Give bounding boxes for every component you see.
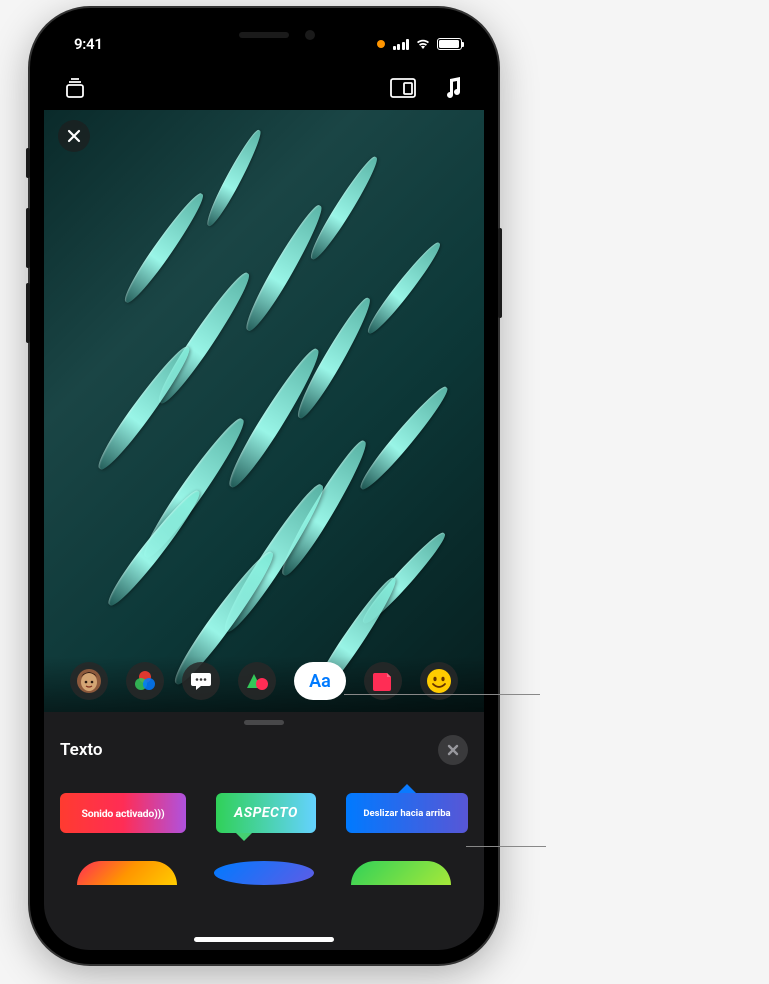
close-button[interactable] — [58, 120, 90, 152]
emoji-icon — [426, 668, 452, 694]
wifi-icon — [415, 38, 431, 50]
volume-up-button — [26, 208, 30, 268]
aspect-ratio-button[interactable] — [390, 75, 416, 101]
text-style-row-2 — [60, 861, 468, 885]
speech-bubble-icon — [189, 669, 213, 693]
clip-content-fish — [44, 110, 484, 712]
status-indicators — [377, 38, 463, 50]
home-indicator[interactable] — [194, 937, 334, 942]
text-style-label: ASPECTO — [234, 805, 298, 821]
panel-header: Texto — [60, 735, 468, 765]
callout-line-1 — [344, 694, 540, 695]
notch — [169, 22, 359, 52]
silence-switch — [26, 148, 30, 178]
status-time: 9:41 — [74, 35, 103, 53]
text-style-label: Sonido activado))) — [81, 807, 164, 820]
power-button — [498, 228, 502, 318]
effect-caption-button[interactable] — [182, 662, 220, 700]
text-style-row-1: Sonido activado))) ASPECTO Deslizar haci… — [60, 793, 468, 833]
recording-indicator-icon — [377, 40, 385, 48]
panel-close-button[interactable] — [438, 735, 468, 765]
text-style-aspect[interactable]: ASPECTO — [216, 793, 316, 833]
text-icon: Aa — [309, 671, 331, 692]
filters-icon — [132, 668, 158, 694]
screen: 9:41 — [44, 22, 484, 950]
cellular-signal-icon — [393, 39, 410, 50]
close-icon — [67, 129, 81, 143]
memoji-icon — [75, 667, 103, 695]
volume-down-button — [26, 283, 30, 343]
shapes-icon — [244, 670, 270, 692]
text-style-blob-2[interactable] — [214, 861, 314, 885]
effect-filters-button[interactable] — [126, 662, 164, 700]
effect-shapes-button[interactable] — [238, 662, 276, 700]
library-button[interactable] — [62, 75, 88, 101]
iphone-frame: 9:41 — [30, 8, 498, 964]
text-style-blob-1[interactable] — [77, 861, 177, 885]
effect-memoji-button[interactable] — [70, 662, 108, 700]
text-style-swipe-up[interactable]: Deslizar hacia arriba — [346, 793, 468, 833]
callout-line-2 — [466, 846, 546, 847]
nav-bar — [44, 66, 484, 110]
battery-icon — [437, 38, 462, 50]
text-style-blob-3[interactable] — [351, 861, 451, 885]
panel-title: Texto — [60, 740, 103, 760]
effect-text-button[interactable]: Aa — [294, 662, 346, 700]
sticker-icon — [371, 669, 395, 693]
music-button[interactable] — [440, 75, 466, 101]
close-icon — [447, 744, 459, 756]
text-style-label: Deslizar hacia arriba — [363, 808, 450, 819]
text-style-sound-on[interactable]: Sonido activado))) — [60, 793, 186, 833]
effects-toolbar: Aa — [44, 656, 484, 712]
panel-grabber[interactable] — [244, 720, 284, 725]
text-browser-panel: Texto Sonido activado))) ASPECTO Desliza… — [44, 712, 484, 950]
clip-viewer[interactable]: Aa — [44, 110, 484, 712]
